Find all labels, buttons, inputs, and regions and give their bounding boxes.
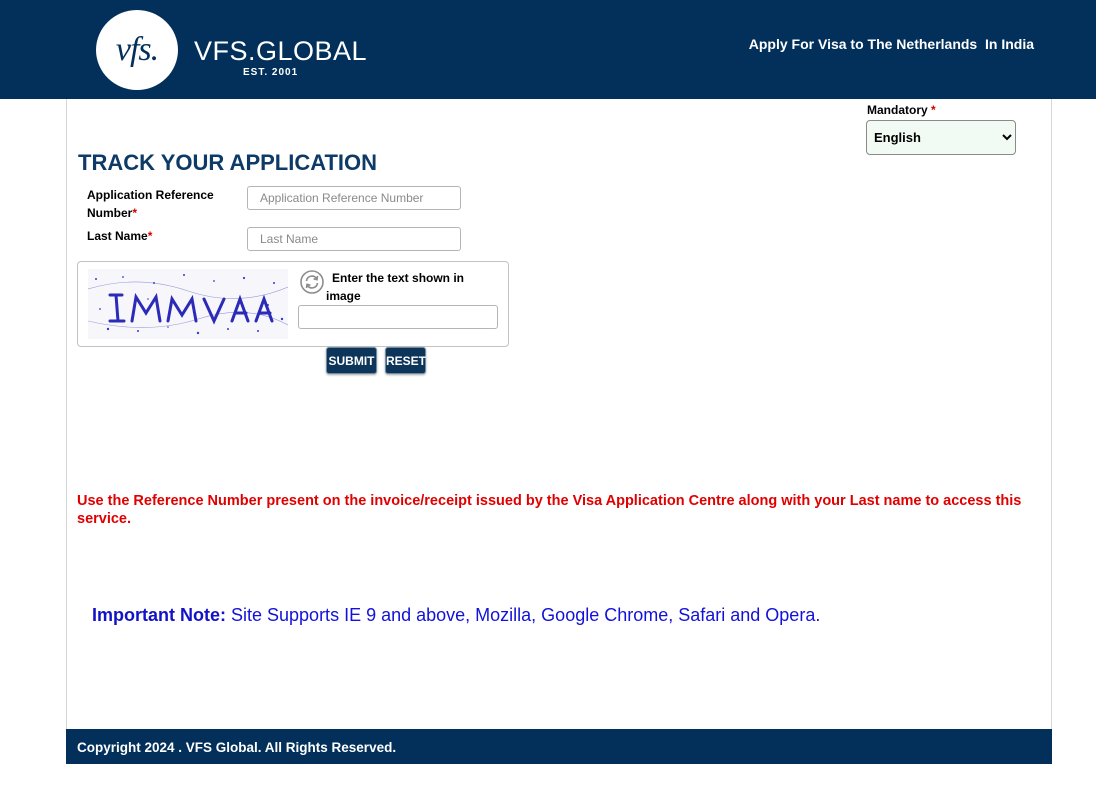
header-tagline: Apply For Visa to The Netherlands In Ind…	[748, 36, 1034, 52]
captcha-panel: Enter the text shown in image	[77, 261, 509, 347]
captcha-image	[88, 269, 288, 339]
copyright-text: Copyright 2024 . VFS Global. All Rights …	[77, 740, 397, 755]
note-label: Important Note:	[92, 605, 226, 625]
language-label: Mandatory *	[867, 103, 936, 117]
submit-button[interactable]: SUBMIT	[326, 347, 377, 374]
brand-name: VFS.GLOBAL	[194, 36, 368, 66]
vfs-logo[interactable]: vfs.	[96, 10, 178, 90]
site-footer: Copyright 2024 . VFS Global. All Rights …	[66, 729, 1052, 764]
main-content: Mandatory * English TRACK YOUR APPLICATI…	[66, 99, 1052, 729]
reset-button[interactable]: RESET	[385, 347, 426, 374]
reference-number-input[interactable]	[247, 186, 461, 210]
last-name-input[interactable]	[247, 227, 461, 251]
site-header: vfs. VFS.GLOBAL EST. 2001 Apply For Visa…	[0, 0, 1096, 99]
required-mark: *	[147, 229, 153, 243]
captcha-input[interactable]	[298, 305, 498, 329]
logo-text: vfs.	[115, 31, 159, 68]
language-select[interactable]: English	[866, 120, 1016, 155]
brand-established: EST. 2001	[243, 67, 299, 78]
last-name-label: Last Name*	[87, 229, 153, 243]
instruction-text: Use the Reference Number present on the …	[77, 493, 1022, 527]
important-note: Important Note: Site Supports IE 9 and a…	[92, 605, 820, 626]
required-mark: *	[132, 206, 138, 220]
reference-number-label: Application Reference Number*	[87, 188, 214, 220]
page-title: TRACK YOUR APPLICATION	[78, 150, 378, 175]
captcha-label: Enter the text shown in image	[326, 271, 465, 303]
refresh-icon[interactable]	[300, 270, 324, 294]
note-text: Site Supports IE 9 and above, Mozilla, G…	[226, 605, 821, 625]
required-mark: *	[931, 103, 936, 117]
